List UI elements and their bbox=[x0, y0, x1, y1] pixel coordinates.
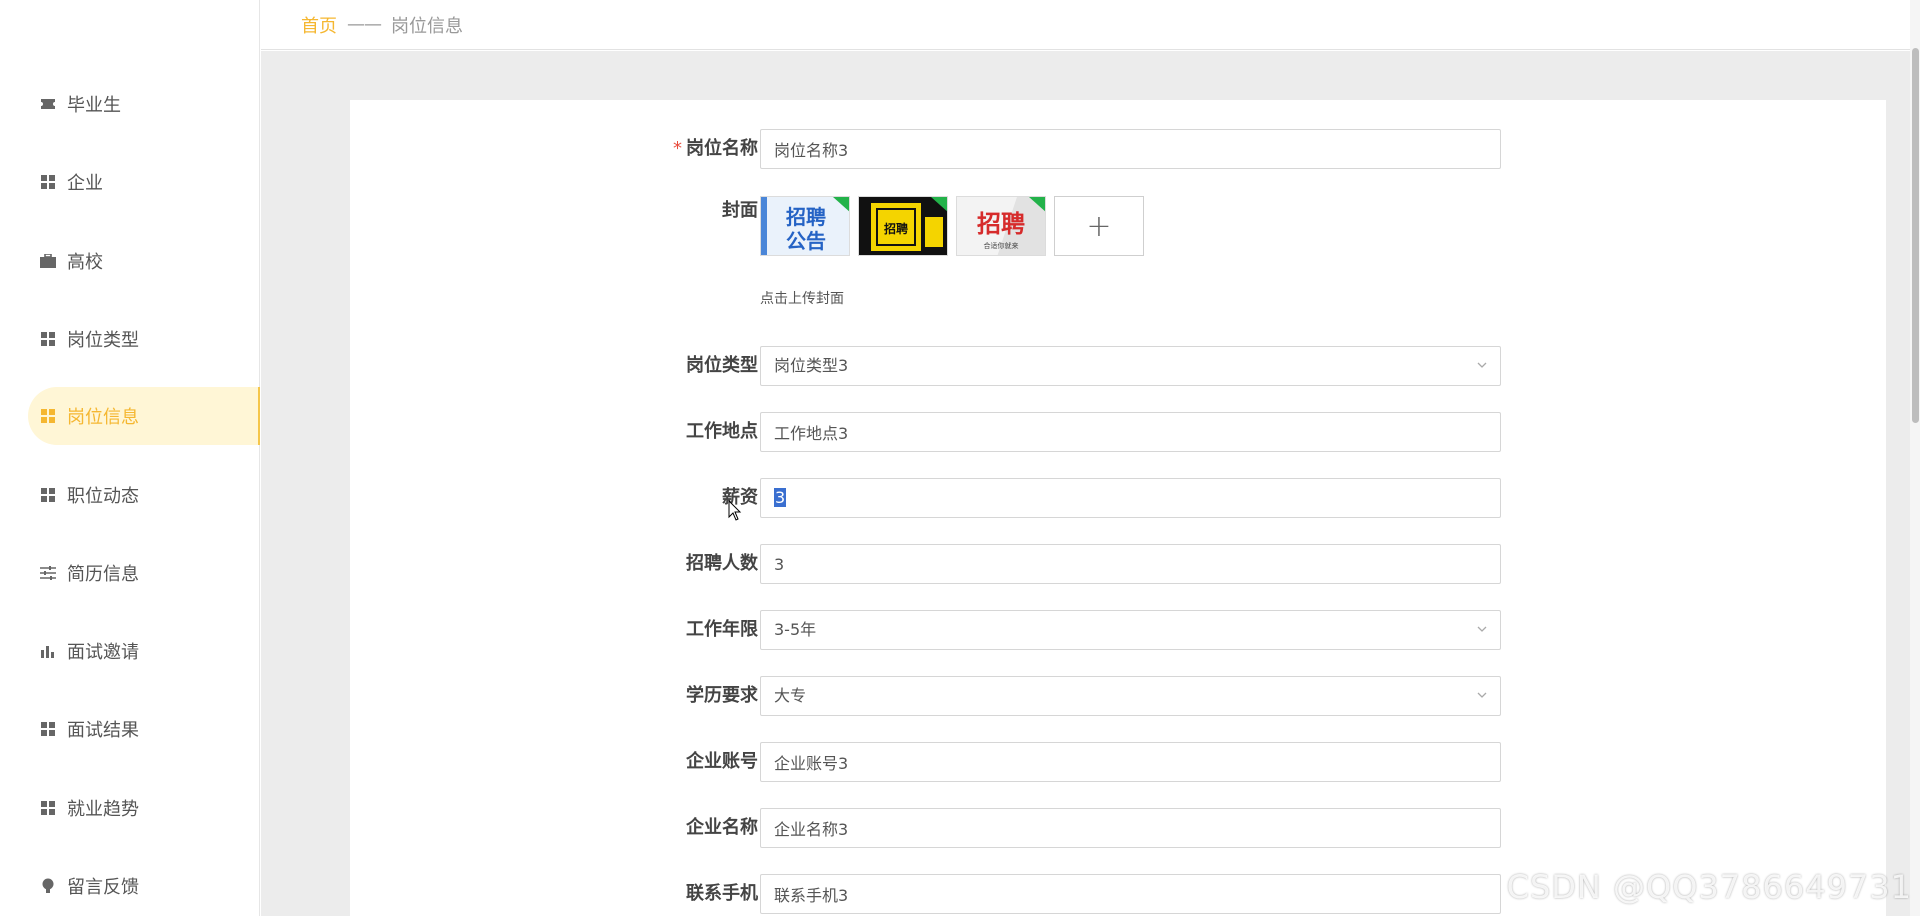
scrollbar-thumb[interactable] bbox=[1912, 48, 1919, 423]
sidebar-item-label: 就业趋势 bbox=[67, 795, 139, 821]
sidebar-item-graduates[interactable]: 毕业生 bbox=[28, 75, 260, 133]
sidebar-item-label: 面试结果 bbox=[67, 716, 139, 742]
thumb-text: 招聘 bbox=[786, 205, 826, 229]
sidebar-item-job-news[interactable]: 职位动态 bbox=[28, 466, 260, 524]
sidebar-item-label: 毕业生 bbox=[67, 91, 121, 117]
sidebar-item-universities[interactable]: 高校 bbox=[28, 232, 260, 290]
experience-select[interactable]: 3-5年 bbox=[760, 610, 1501, 650]
phone-input[interactable] bbox=[760, 874, 1501, 914]
bar-chart-icon bbox=[38, 641, 58, 661]
phone-label: 联系手机 bbox=[686, 874, 758, 914]
sidebar-item-label: 留言反馈 bbox=[67, 873, 139, 899]
company-account-input[interactable] bbox=[760, 742, 1501, 782]
location-label: 工作地点 bbox=[686, 412, 758, 452]
thumb-text: 招聘 bbox=[884, 221, 908, 236]
education-value: 大专 bbox=[774, 686, 806, 705]
sliders-icon bbox=[38, 563, 58, 583]
sidebar: 毕业生 企业 高校 岗位类型 岗位信息 职位动态 简历信息 bbox=[0, 0, 260, 916]
grid-icon bbox=[38, 485, 58, 505]
grid-icon bbox=[38, 406, 58, 426]
thumb-text: 合适你就来 bbox=[984, 241, 1019, 250]
sidebar-item-interview-results[interactable]: 面试结果 bbox=[28, 700, 260, 758]
job-form-card: *岗位名称 封面 招聘 公告 bbox=[350, 100, 1886, 920]
sidebar-item-label: 面试邀请 bbox=[67, 638, 139, 664]
grid-icon bbox=[38, 329, 58, 349]
bulb-icon bbox=[38, 876, 58, 896]
sidebar-item-label: 高校 bbox=[67, 248, 103, 274]
chevron-down-icon bbox=[1476, 677, 1488, 730]
cover-upload-hint: 点击上传封面 bbox=[760, 288, 844, 308]
sidebar-item-label: 岗位信息 bbox=[67, 403, 139, 429]
experience-value: 3-5年 bbox=[774, 620, 816, 639]
ticket-icon bbox=[38, 94, 58, 114]
chevron-down-icon bbox=[1476, 347, 1488, 400]
headcount-input[interactable] bbox=[760, 544, 1501, 584]
grid-icon bbox=[38, 719, 58, 739]
job-type-value: 岗位类型3 bbox=[774, 356, 848, 375]
sidebar-item-job-types[interactable]: 岗位类型 bbox=[28, 310, 260, 368]
salary-input[interactable]: 3 bbox=[760, 478, 1501, 518]
company-account-label: 企业账号 bbox=[686, 742, 758, 782]
experience-label: 工作年限 bbox=[686, 610, 758, 650]
sidebar-item-interview-invites[interactable]: 面试邀请 bbox=[28, 622, 260, 680]
breadcrumb-current: 岗位信息 bbox=[391, 12, 463, 38]
sidebar-item-label: 企业 bbox=[67, 169, 103, 195]
sidebar-item-companies[interactable]: 企业 bbox=[28, 153, 260, 211]
mouse-cursor-icon bbox=[728, 500, 742, 526]
job-type-label: 岗位类型 bbox=[686, 346, 758, 386]
sidebar-item-employment-trends[interactable]: 就业趋势 bbox=[28, 779, 260, 837]
job-name-label: *岗位名称 bbox=[673, 129, 758, 169]
main-content: *岗位名称 封面 招聘 公告 bbox=[261, 51, 1910, 916]
sidebar-item-label: 简历信息 bbox=[67, 560, 139, 586]
breadcrumb-home-link[interactable]: 首页 bbox=[301, 12, 337, 38]
sidebar-item-feedback[interactable]: 留言反馈 bbox=[28, 857, 260, 915]
education-select[interactable]: 大专 bbox=[760, 676, 1501, 716]
thumb-text: 公告 bbox=[786, 229, 826, 253]
education-label: 学历要求 bbox=[686, 676, 758, 716]
plus-icon: + bbox=[1086, 209, 1111, 244]
watermark: CSDN @QQ3786649731 bbox=[1507, 868, 1912, 906]
sidebar-item-label: 职位动态 bbox=[67, 482, 139, 508]
salary-value: 3 bbox=[774, 488, 786, 507]
required-mark: * bbox=[673, 138, 682, 159]
breadcrumb-separator: —— bbox=[347, 14, 381, 35]
grid-icon bbox=[38, 172, 58, 192]
breadcrumb: 首页 —— 岗位信息 bbox=[261, 0, 1910, 50]
headcount-label: 招聘人数 bbox=[686, 544, 758, 584]
page-scrollbar[interactable] bbox=[1910, 0, 1920, 916]
company-name-label: 企业名称 bbox=[686, 808, 758, 848]
cover-thumbnail[interactable]: 招聘 bbox=[858, 196, 948, 256]
thumb-text: 招聘 bbox=[977, 210, 1025, 238]
briefcase-icon bbox=[38, 251, 58, 271]
sidebar-item-job-info[interactable]: 岗位信息 bbox=[28, 387, 260, 445]
add-cover-button[interactable]: + bbox=[1054, 196, 1144, 256]
sidebar-item-resumes[interactable]: 简历信息 bbox=[28, 544, 260, 602]
job-type-select[interactable]: 岗位类型3 bbox=[760, 346, 1501, 386]
job-name-input[interactable] bbox=[760, 129, 1501, 169]
cover-thumbnail[interactable]: 招聘 公告 bbox=[760, 196, 850, 256]
grid-icon bbox=[38, 798, 58, 818]
sidebar-item-label: 岗位类型 bbox=[67, 326, 139, 352]
company-name-input[interactable] bbox=[760, 808, 1501, 848]
location-input[interactable] bbox=[760, 412, 1501, 452]
cover-label: 封面 bbox=[722, 196, 758, 226]
cover-thumbnail[interactable]: 招聘 合适你就来 bbox=[956, 196, 1046, 256]
chevron-down-icon bbox=[1476, 611, 1488, 664]
